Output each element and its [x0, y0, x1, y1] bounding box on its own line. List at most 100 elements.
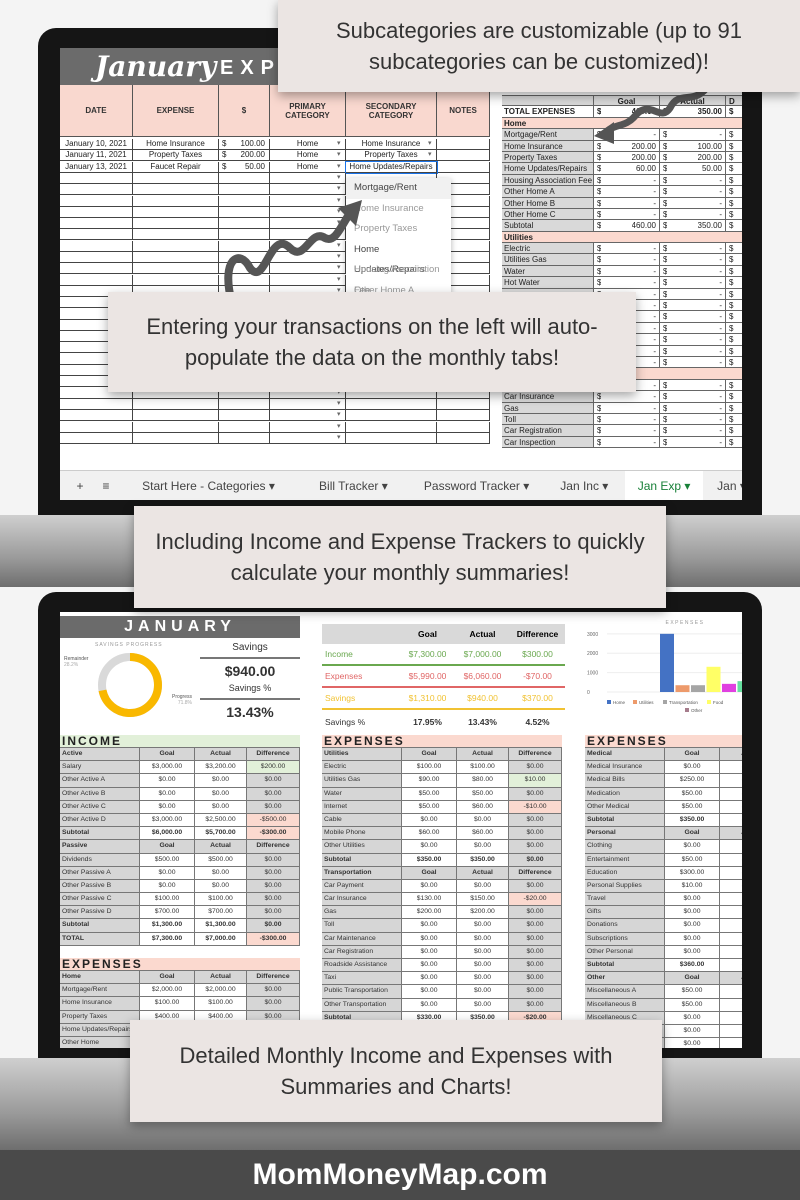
table-cell[interactable]: $60.00: [457, 800, 509, 813]
table-cell[interactable]: Ac: [720, 827, 742, 840]
table-cell[interactable]: $2,500.00: [195, 813, 247, 827]
cell[interactable]: [437, 161, 490, 173]
table-cell[interactable]: $7,300.00: [140, 932, 195, 945]
table-cell[interactable]: $130.00: [402, 893, 457, 906]
cell[interactable]: Home Updates/Repairs: [345, 160, 438, 174]
cell[interactable]: [60, 172, 133, 184]
table-cell[interactable]: $100.00: [140, 997, 195, 1010]
table-cell[interactable]: Goal: [402, 866, 457, 879]
table-cell[interactable]: $700.00: [140, 906, 195, 919]
dropdown-arrow-icon[interactable]: ▾: [428, 150, 432, 158]
cell[interactable]: [219, 410, 270, 422]
cell[interactable]: $100.00: [219, 139, 270, 150]
table-cell[interactable]: Actual: [195, 748, 247, 761]
table-cell[interactable]: $0.00: [457, 998, 509, 1011]
cell[interactable]: [270, 432, 346, 444]
table-cell[interactable]: $0.00: [457, 813, 509, 827]
table-cell[interactable]: $0.00: [665, 1024, 720, 1038]
table-cell[interactable]: Goal: [140, 840, 195, 853]
table-cell[interactable]: $0.00: [402, 932, 457, 945]
sheet-tab[interactable]: Jan Exp ▾: [625, 471, 703, 500]
sheet-tab[interactable]: +: [68, 471, 92, 500]
table-cell[interactable]: $700.00: [195, 906, 247, 919]
table-cell[interactable]: $50.00: [665, 853, 720, 866]
cell[interactable]: [133, 398, 219, 410]
table-cell[interactable]: $7,000.00: [195, 932, 247, 945]
cell[interactable]: [219, 398, 270, 410]
table-cell[interactable]: $90.00: [402, 774, 457, 787]
cell[interactable]: [133, 252, 219, 263]
sheet-tab[interactable]: Password Tracker ▾: [410, 471, 544, 500]
cell[interactable]: [346, 432, 437, 444]
table-cell[interactable]: $3: [720, 774, 742, 787]
cell[interactable]: [133, 195, 219, 207]
table-cell[interactable]: $0.00: [665, 893, 720, 906]
dropdown-arrow-icon[interactable]: ▾: [337, 139, 341, 147]
cell[interactable]: [133, 274, 219, 286]
table-cell[interactable]: $100.00: [457, 761, 509, 774]
table-cell[interactable]: $5: [720, 853, 742, 866]
cell[interactable]: [60, 195, 133, 207]
table-cell[interactable]: Goal: [402, 748, 457, 761]
table-cell[interactable]: $0.00: [195, 774, 247, 787]
cell[interactable]: [133, 421, 219, 433]
table-cell[interactable]: $1,300.00: [140, 919, 195, 932]
cell[interactable]: January 10, 2021: [60, 139, 133, 150]
table-cell[interactable]: $0.00: [402, 972, 457, 985]
cell[interactable]: [219, 172, 270, 184]
table-cell[interactable]: $: [720, 1024, 742, 1038]
table-cell[interactable]: $0.00: [457, 972, 509, 985]
cell[interactable]: [346, 398, 437, 410]
table-cell[interactable]: $50.00: [402, 787, 457, 800]
table-cell[interactable]: $4: [720, 998, 742, 1011]
table-cell[interactable]: $0.00: [665, 932, 720, 945]
table-cell[interactable]: Goal: [665, 972, 720, 985]
table-cell[interactable]: $: [720, 945, 742, 958]
table-cell[interactable]: $50.00: [457, 787, 509, 800]
cell[interactable]: Home: [270, 150, 346, 162]
cell[interactable]: [60, 263, 133, 275]
table-cell[interactable]: $0: [720, 761, 742, 774]
table-cell[interactable]: $350.00: [402, 853, 457, 866]
table-cell[interactable]: $0.00: [140, 774, 195, 787]
table-cell[interactable]: $: [720, 1011, 742, 1024]
table-cell[interactable]: $0.00: [665, 840, 720, 853]
cell[interactable]: Home: [270, 161, 346, 173]
table-cell[interactable]: Goal: [665, 748, 720, 761]
cell[interactable]: [60, 184, 133, 196]
table-cell[interactable]: $: [720, 919, 742, 932]
table-cell[interactable]: $10.00: [665, 879, 720, 893]
cell[interactable]: [270, 410, 346, 422]
table-cell[interactable]: Ac: [720, 972, 742, 985]
table-cell[interactable]: $5: [720, 866, 742, 879]
dropdown-arrow-icon[interactable]: ▾: [428, 139, 432, 147]
cell[interactable]: [437, 421, 490, 433]
table-cell[interactable]: $: [720, 893, 742, 906]
table-cell[interactable]: $0.00: [457, 945, 509, 958]
dropdown-arrow-icon[interactable]: ▾: [337, 162, 341, 170]
cell[interactable]: [437, 139, 490, 150]
cell[interactable]: [270, 172, 346, 184]
table-cell[interactable]: $0.00: [457, 879, 509, 893]
table-cell[interactable]: $: [720, 1038, 742, 1048]
cell[interactable]: [133, 218, 219, 230]
cell[interactable]: [437, 150, 490, 162]
table-cell[interactable]: $0.00: [457, 932, 509, 945]
table-cell[interactable]: $250.00: [665, 774, 720, 787]
table-cell[interactable]: $6,000.00: [140, 827, 195, 840]
table-cell[interactable]: $100.00: [195, 997, 247, 1010]
cell[interactable]: [437, 410, 490, 422]
table-cell[interactable]: $0.00: [195, 787, 247, 800]
table-cell[interactable]: $60.00: [457, 827, 509, 840]
cell[interactable]: [60, 410, 133, 422]
table-cell[interactable]: $5: [720, 985, 742, 998]
cell[interactable]: [60, 218, 133, 230]
table-cell[interactable]: Actual: [195, 840, 247, 853]
table-cell[interactable]: $50.00: [665, 800, 720, 813]
table-cell[interactable]: $0.00: [665, 1038, 720, 1048]
table-cell[interactable]: $100.00: [195, 893, 247, 906]
sheet-tab[interactable]: Start Here - Categories ▾: [120, 471, 297, 500]
cell[interactable]: [133, 172, 219, 184]
table-cell[interactable]: $2,000.00: [195, 984, 247, 997]
table-cell[interactable]: $: [720, 932, 742, 945]
